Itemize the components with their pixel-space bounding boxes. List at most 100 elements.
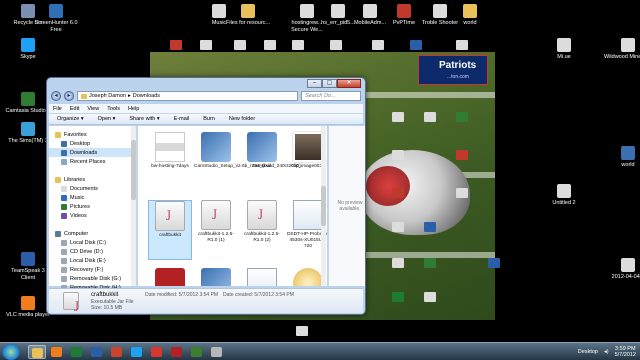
menu-edit[interactable]: Edit xyxy=(70,106,79,112)
desktop-shortcut-icon[interactable] xyxy=(488,258,500,268)
breadcrumb-user[interactable]: Joseph Damon xyxy=(89,93,126,99)
file-item[interactable] xyxy=(194,268,238,286)
menu-view[interactable]: View xyxy=(87,106,99,112)
desktop-shortcut-icon[interactable] xyxy=(410,40,422,50)
desktop-icon[interactable]: ScreenHunter 6.0 Free xyxy=(32,4,80,33)
explorer-window[interactable]: – ▢ ✕ ◂ ▸ Joseph Damon ▸ Downloads Searc… xyxy=(46,77,366,315)
taskbar-chrome-button[interactable] xyxy=(148,345,166,359)
desktop-shortcut-icon[interactable] xyxy=(392,112,404,122)
organize-button[interactable]: Organize ▾ xyxy=(57,116,84,122)
desktop-icon[interactable]: TeamSpeak 3 Client xyxy=(4,252,52,281)
start-button[interactable] xyxy=(2,344,20,360)
taskbar-filezilla-button[interactable] xyxy=(168,345,186,359)
taskbar-powerpoint-button[interactable] xyxy=(108,345,126,359)
file-item[interactable] xyxy=(240,268,284,286)
desktop-icon[interactable]: The Sims(TM) 3 xyxy=(4,122,52,145)
desktop-icon[interactable]: Untitled 2 xyxy=(540,184,588,207)
nav-item[interactable]: Computer xyxy=(49,229,136,238)
nav-item[interactable]: Pictures xyxy=(49,202,136,211)
nav-item[interactable]: Videos xyxy=(49,211,136,220)
desktop-shortcut-icon[interactable] xyxy=(392,150,404,160)
menu-file[interactable]: File xyxy=(53,106,62,112)
desktop-shortcut-icon[interactable] xyxy=(424,258,436,268)
nav-item[interactable]: Music xyxy=(49,193,136,202)
nav-item[interactable]: Local Disk (E:) xyxy=(49,256,136,265)
breadcrumb-downloads[interactable]: Downloads xyxy=(133,93,160,99)
desktop-shortcut-icon[interactable] xyxy=(456,150,468,160)
forward-button[interactable]: ▸ xyxy=(64,91,74,101)
desktop-icon[interactable]: Camtasia Studio 7 xyxy=(4,92,52,115)
desktop-shortcut-icon[interactable] xyxy=(424,222,436,232)
clock[interactable]: 3:59 PM 5/7/2012 xyxy=(615,346,636,358)
taskbar-skype-button[interactable] xyxy=(128,345,146,359)
new-folder-button[interactable]: New folder xyxy=(229,116,255,122)
nav-item[interactable]: Favorites xyxy=(49,130,136,139)
desktop-shortcut-icon[interactable] xyxy=(456,112,468,122)
file-item[interactable]: bw-hosting-7days xyxy=(148,132,192,192)
search-input[interactable]: Search Do... xyxy=(301,91,361,101)
file-list-scrollbar[interactable] xyxy=(321,126,326,286)
nav-scrollbar[interactable] xyxy=(131,126,136,286)
nav-item[interactable]: Removable Disk (G:) xyxy=(49,274,136,283)
address-bar[interactable]: Joseph Damon ▸ Downloads xyxy=(77,91,298,101)
nav-item[interactable]: Downloads xyxy=(49,148,136,157)
volume-icon[interactable]: ◂) xyxy=(604,349,609,355)
desktop-shortcut-icon[interactable] xyxy=(456,188,468,198)
desktop-icon[interactable]: Mi.ue xyxy=(540,38,588,61)
back-button[interactable]: ◂ xyxy=(51,91,61,101)
nav-item[interactable]: Documents xyxy=(49,184,136,193)
desktop-icon[interactable]: Files for resourc... xyxy=(224,4,272,27)
file-item[interactable]: craftbukkit-1.2.5-R1.0 (2) xyxy=(240,200,284,260)
file-item[interactable]: craftbukkit-1.2.5-R1.0 (1) xyxy=(194,200,238,260)
desktop-shortcut-icon[interactable] xyxy=(234,40,246,50)
desktop-shortcut-icon[interactable] xyxy=(296,326,308,336)
desktop-shortcut-icon[interactable] xyxy=(392,222,404,232)
desktop-shortcut-icon[interactable] xyxy=(200,40,212,50)
nav-item[interactable]: Recent Places xyxy=(49,157,136,166)
nav-item[interactable]: Recovery (F:) xyxy=(49,265,136,274)
desktop-icon[interactable]: VLC media player xyxy=(4,296,52,319)
menu-tools[interactable]: Tools xyxy=(107,106,120,112)
taskbar-media-player-button[interactable] xyxy=(48,345,66,359)
desktop-shortcut-icon[interactable] xyxy=(424,292,436,302)
share-with-button[interactable]: Share with ▾ xyxy=(129,116,159,122)
desktop-toolbar-label[interactable]: Desktop xyxy=(578,349,598,355)
burn-button[interactable]: Burn xyxy=(203,116,215,122)
desktop-shortcut-icon[interactable] xyxy=(456,40,468,50)
file-item[interactable]: craftbukkit xyxy=(148,200,192,260)
nav-item[interactable]: Desktop xyxy=(49,139,136,148)
nav-item[interactable]: Local Disk (C:) xyxy=(49,238,136,247)
desktop-shortcut-icon[interactable] xyxy=(372,40,384,50)
maximize-button[interactable]: ▢ xyxy=(322,79,337,88)
taskbar-explorer-button[interactable] xyxy=(28,345,46,359)
navigation-pane: Favorites Desktop Downloads Recent Places Li… xyxy=(49,126,137,291)
desktop-shortcut-icon[interactable] xyxy=(392,188,404,198)
file-item[interactable]: camtasia xyxy=(240,132,284,192)
desktop-shortcut-icon[interactable] xyxy=(330,40,342,50)
desktop-icon[interactable]: Skype xyxy=(4,38,52,61)
taskbar-word-button[interactable] xyxy=(88,345,106,359)
open-button[interactable]: Open ▾ xyxy=(98,116,116,122)
nav-item[interactable]: Libraries xyxy=(49,175,136,184)
desktop-shortcut-icon[interactable] xyxy=(264,40,276,50)
desktop-shortcut-icon[interactable] xyxy=(424,112,436,122)
minimize-button[interactable]: – xyxy=(307,79,322,88)
email-button[interactable]: E-mail xyxy=(174,116,190,122)
taskbar-minecraft-button[interactable] xyxy=(188,345,206,359)
nav-item[interactable]: CD Drive (D:) xyxy=(49,247,136,256)
desktop-shortcut-icon[interactable] xyxy=(392,258,404,268)
desktop-shortcut-icon[interactable] xyxy=(292,40,304,50)
desktop-icon[interactable]: world xyxy=(604,146,640,169)
desktop-shortcut-icon[interactable] xyxy=(392,292,404,302)
scrollbar-thumb[interactable] xyxy=(321,186,326,226)
file-item[interactable] xyxy=(148,268,192,286)
taskbar-excel-button[interactable] xyxy=(68,345,86,359)
close-button[interactable]: ✕ xyxy=(337,79,361,88)
menu-help[interactable]: Help xyxy=(128,106,139,112)
desktop-icon[interactable]: 2012-04-04... xyxy=(604,258,640,281)
desktop-icon[interactable]: world xyxy=(446,4,494,27)
file-item[interactable]: CamStudio_Setup_v2.6b_r294_(build_240ct2… xyxy=(194,132,301,192)
desktop-icon[interactable]: Wildwood Minecraft xyxy=(604,38,640,61)
desktop-shortcut-icon[interactable] xyxy=(170,40,182,50)
taskbar-java-button[interactable] xyxy=(208,345,226,359)
